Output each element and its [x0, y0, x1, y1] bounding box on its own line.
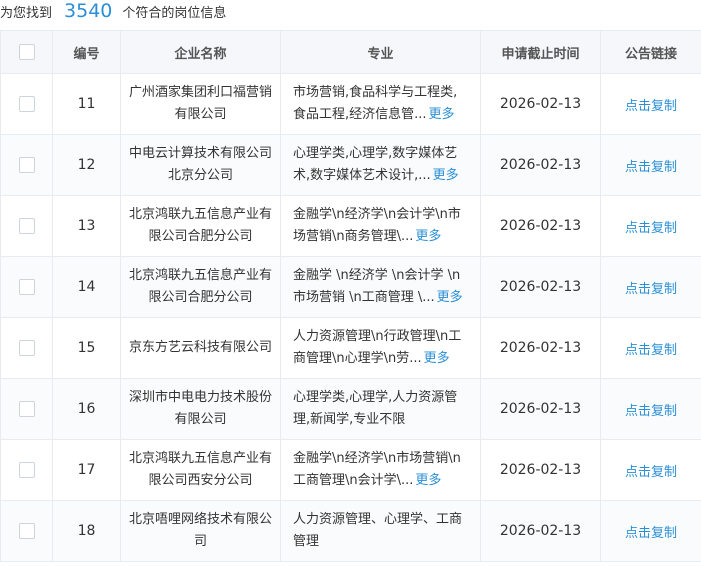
table-row: 14 北京鸿联九五信息产业有限公司合肥分公司 金融学 \n经济学 \n会计学 \n市… [0, 256, 701, 318]
row-id: 11 [52, 73, 121, 135]
row-id: 17 [52, 439, 121, 501]
row-deadline: 2026-02-13 [480, 73, 601, 135]
more-link[interactable]: 更多 [424, 351, 450, 366]
row-link-cell: 点击复制 [600, 73, 701, 135]
table-row: 11 广州酒家集团利口福营销有限公司 市场营销,食品科学与工程类,食品工程,经济信息… [0, 73, 701, 135]
row-major-cell: 心理学类,心理学,数字媒体艺术,数字媒体艺术设计,... 更多 [280, 134, 481, 196]
row-select-cell[interactable] [0, 195, 53, 257]
copy-link[interactable]: 点击复制 [625, 160, 677, 175]
row-id: 18 [52, 500, 121, 562]
row-id: 12 [52, 134, 121, 196]
row-major-cell: 金融学 \n经济学 \n会计学 \n市场营销 \n工商管理 \... 更多 [280, 256, 481, 318]
row-checkbox[interactable] [18, 523, 35, 539]
copy-link[interactable]: 点击复制 [625, 526, 677, 541]
row-select-cell[interactable] [0, 439, 53, 501]
row-deadline: 2026-02-13 [480, 256, 601, 318]
row-deadline: 2026-02-13 [480, 195, 601, 257]
row-major-cell: 市场营销,食品科学与工程类,食品工程,经济信息管... 更多 [280, 73, 481, 135]
row-link-cell: 点击复制 [600, 195, 701, 257]
more-link[interactable]: 更多 [415, 473, 441, 488]
row-major: 人力资源管理、心理学、工商管理 [293, 512, 463, 549]
row-company: 北京唔哩网络技术有限公司 [120, 500, 281, 562]
row-link-cell: 点击复制 [600, 500, 701, 562]
row-select-cell[interactable] [0, 378, 53, 440]
table-row: 12 中电云计算技术有限公司北京分公司 心理学类,心理学,数字媒体艺术,数字媒体艺术… [0, 134, 701, 196]
result-count: 3540 [64, 0, 113, 22]
row-select-cell[interactable] [0, 317, 53, 379]
more-link[interactable]: 更多 [429, 107, 455, 122]
row-checkbox[interactable] [18, 157, 35, 173]
copy-link[interactable]: 点击复制 [625, 221, 677, 236]
row-deadline: 2026-02-13 [480, 317, 601, 379]
table-row: 17 北京鸿联九五信息产业有限公司西安分公司 金融学\n经济学\n市场营销\n工商管… [0, 439, 701, 501]
copy-link[interactable]: 点击复制 [625, 282, 677, 297]
select-all-checkbox[interactable] [18, 44, 35, 60]
header-major: 专业 [280, 30, 481, 74]
copy-link[interactable]: 点击复制 [625, 343, 677, 358]
row-major-cell: 人力资源管理\n行政管理\n工商管理\n心理学\n劳... 更多 [280, 317, 481, 379]
copy-link[interactable]: 点击复制 [625, 465, 677, 480]
row-id: 14 [52, 256, 121, 318]
table-header-row: 编号 企业名称 专业 申请截止时间 公告链接 [0, 30, 701, 74]
row-id: 15 [52, 317, 121, 379]
header-company: 企业名称 [120, 30, 281, 74]
row-major-cell: 金融学\n经济学\n会计学\n市场营销\n商务管理\... 更多 [280, 195, 481, 257]
copy-link[interactable]: 点击复制 [625, 99, 677, 114]
row-checkbox[interactable] [18, 218, 35, 234]
row-major-cell: 人力资源管理、心理学、工商管理 [280, 500, 481, 562]
row-company: 京东方艺云科技有限公司 [120, 317, 281, 379]
more-link[interactable]: 更多 [433, 168, 459, 183]
row-link-cell: 点击复制 [600, 134, 701, 196]
row-link-cell: 点击复制 [600, 256, 701, 318]
row-checkbox[interactable] [18, 96, 35, 112]
more-link[interactable]: 更多 [437, 290, 463, 305]
row-id: 13 [52, 195, 121, 257]
copy-link[interactable]: 点击复制 [625, 404, 677, 419]
summary-suffix: 个符合的岗位信息 [122, 6, 227, 21]
table-row: 13 北京鸿联九五信息产业有限公司合肥分公司 金融学\n经济学\n会计学\n市场营销… [0, 195, 701, 257]
row-major-cell: 心理学类,心理学,人力资源管理,新闻学,专业不限 [280, 378, 481, 440]
table-row: 16 深圳市中电电力技术股份有限公司 心理学类,心理学,人力资源管理,新闻学,专业不… [0, 378, 701, 440]
result-summary: 为您找到 3540 个符合的岗位信息 [0, 0, 701, 30]
header-deadline: 申请截止时间 [480, 30, 601, 74]
select-all-cell[interactable] [0, 30, 53, 74]
row-select-cell[interactable] [0, 134, 53, 196]
summary-prefix: 为您找到 [0, 6, 53, 21]
table-row: 15 京东方艺云科技有限公司 人力资源管理\n行政管理\n工商管理\n心理学\n劳.… [0, 317, 701, 379]
row-deadline: 2026-02-13 [480, 134, 601, 196]
more-link[interactable]: 更多 [415, 229, 441, 244]
row-major: 心理学类,心理学,人力资源管理,新闻学,专业不限 [293, 390, 458, 427]
row-company: 广州酒家集团利口福营销有限公司 [120, 73, 281, 135]
row-deadline: 2026-02-13 [480, 500, 601, 562]
header-id: 编号 [52, 30, 121, 74]
row-checkbox[interactable] [18, 462, 35, 478]
row-checkbox[interactable] [18, 340, 35, 356]
row-select-cell[interactable] [0, 256, 53, 318]
row-id: 16 [52, 378, 121, 440]
job-table: 编号 企业名称 专业 申请截止时间 公告链接 11 广州酒家集团利口福营销有限公司… [0, 30, 701, 562]
row-select-cell[interactable] [0, 73, 53, 135]
row-major: 金融学 \n经济学 \n会计学 \n市场营销 \n工商管理 \... [293, 268, 461, 305]
row-link-cell: 点击复制 [600, 317, 701, 379]
row-select-cell[interactable] [0, 500, 53, 562]
row-checkbox[interactable] [18, 401, 35, 417]
row-checkbox[interactable] [18, 279, 35, 295]
table-row: 18 北京唔哩网络技术有限公司 人力资源管理、心理学、工商管理 2026-02-13 点… [0, 500, 701, 562]
row-company: 中电云计算技术有限公司北京分公司 [120, 134, 281, 196]
row-company: 深圳市中电电力技术股份有限公司 [120, 378, 281, 440]
row-deadline: 2026-02-13 [480, 439, 601, 501]
row-major-cell: 金融学\n经济学\n市场营销\n工商管理\n会计学\... 更多 [280, 439, 481, 501]
row-link-cell: 点击复制 [600, 439, 701, 501]
row-link-cell: 点击复制 [600, 378, 701, 440]
row-company: 北京鸿联九五信息产业有限公司西安分公司 [120, 439, 281, 501]
row-deadline: 2026-02-13 [480, 378, 601, 440]
row-company: 北京鸿联九五信息产业有限公司合肥分公司 [120, 195, 281, 257]
row-company: 北京鸿联九五信息产业有限公司合肥分公司 [120, 256, 281, 318]
header-link: 公告链接 [600, 30, 701, 74]
